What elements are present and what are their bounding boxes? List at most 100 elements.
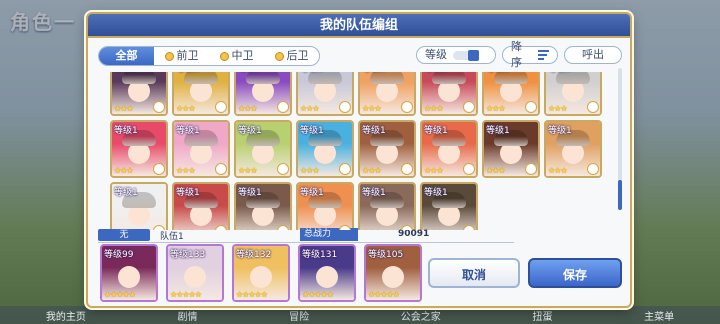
character-card[interactable]: 等级1 ★★★ [482, 72, 540, 116]
dialog-title: 我的队伍编组 [88, 14, 630, 38]
roster-scrollbar[interactable] [618, 68, 622, 210]
tab-all[interactable]: 全部 [99, 47, 154, 65]
character-card[interactable]: 等级1 ★★★ [358, 72, 416, 116]
nav-item-menu: 主菜单 [644, 311, 675, 323]
character-card[interactable]: 等级1 ★★★ [172, 182, 230, 230]
team-member-card[interactable]: 等级133 ★★★★★ [166, 244, 224, 302]
character-level: 等级1 [238, 126, 262, 136]
character-card[interactable]: 等级1 ★★★ [296, 120, 354, 178]
sort-order-button[interactable]: 降序 [502, 40, 558, 69]
character-card[interactable]: 等级1 ★★★ [110, 182, 168, 230]
team-member-card[interactable]: 等级105 ★★★★★ [364, 244, 422, 302]
team-info-bar: 无 队伍1 总战力 90091 [98, 228, 514, 242]
tab-middle[interactable]: 中卫 [209, 47, 264, 65]
nav-item-adventure: 冒险 [289, 311, 310, 323]
position-filter-tabs: 全部 前卫 中卫 后卫 [98, 46, 320, 66]
character-level: 等级1 [238, 188, 262, 198]
sort-label: 降序 [511, 40, 522, 69]
level-label: 等级 [425, 48, 447, 61]
background-bottom-nav: 我的主页 剧情 冒险 公会之家 扭蛋 主菜单 [0, 306, 720, 324]
team-member-card[interactable]: 等级132 ★★★★★ [232, 244, 290, 302]
character-level: 等级1 [114, 126, 138, 136]
front-position-icon [164, 51, 174, 61]
rank-icon [525, 163, 537, 175]
tab-all-label: 全部 [115, 49, 138, 62]
character-level: 等级1 [114, 72, 138, 74]
rank-icon [587, 163, 599, 175]
star-rating: ★★★ [362, 228, 381, 230]
character-card[interactable]: 等级1 ★★★ [296, 72, 354, 116]
tab-back[interactable]: 后卫 [264, 47, 319, 65]
character-level: 等级1 [300, 188, 324, 198]
nav-item-home: 我的主页 [45, 311, 86, 323]
nav-item-gacha: 扭蛋 [532, 311, 553, 323]
middle-position-icon [219, 51, 229, 61]
star-rating: ★★★ [238, 228, 257, 230]
total-power-value: 90091 [398, 229, 430, 239]
character-level: 等级99 [104, 250, 134, 260]
nav-item-guild: 公会之家 [400, 311, 441, 323]
star-rating: ★★★★★ [368, 290, 400, 299]
team-member-card[interactable]: 等级131 ★★★★★ [298, 244, 356, 302]
call-button[interactable]: 呼出 [564, 46, 622, 64]
back-position-icon [274, 51, 284, 61]
character-level: 等级1 [238, 72, 262, 74]
character-card[interactable]: 等级1 ★★★ [420, 182, 478, 230]
character-card[interactable]: 等级1 ★★★ [420, 72, 478, 116]
rank-icon [277, 163, 289, 175]
character-card[interactable]: 等级1 ★★★ [234, 120, 292, 178]
character-level: 等级1 [362, 188, 386, 198]
rank-icon [277, 101, 289, 113]
tab-front-label: 前卫 [176, 49, 199, 62]
toggle-icon [453, 49, 479, 61]
tab-front[interactable]: 前卫 [154, 47, 209, 65]
rank-icon [463, 101, 475, 113]
character-card[interactable]: 等级1 ★★★ [172, 72, 230, 116]
character-card[interactable]: 等级1 ★★★ [234, 182, 292, 230]
rank-icon [463, 163, 475, 175]
save-button[interactable]: 保存 [528, 258, 622, 288]
character-card[interactable]: 等级1 ★★★ [544, 120, 602, 178]
team-divider [98, 242, 514, 243]
rank-icon [153, 225, 165, 230]
character-card[interactable]: 等级1 ★★★ [234, 72, 292, 116]
call-label: 呼出 [582, 48, 604, 61]
rank-icon [587, 101, 599, 113]
character-card[interactable]: 等级1 ★★★ [420, 120, 478, 178]
team-member-card[interactable]: 等级99 ★★★★★ [100, 244, 158, 302]
star-rating: ★★★ [176, 228, 195, 230]
rank-icon [401, 101, 413, 113]
rank-icon [525, 101, 537, 113]
character-card[interactable]: 等级1 ★★★ [110, 120, 168, 178]
character-card[interactable]: 等级1 ★★★ [110, 72, 168, 116]
character-level: 等级1 [486, 72, 510, 74]
rank-icon [277, 225, 289, 230]
rank-icon [401, 225, 413, 230]
scrollbar-thumb[interactable] [618, 180, 622, 210]
star-rating: ★★★ [362, 104, 381, 113]
character-level: 等级1 [300, 126, 324, 136]
rank-icon [401, 163, 413, 175]
character-level: 等级1 [300, 72, 324, 74]
team-name: 队伍1 [160, 232, 184, 242]
character-level: 等级1 [486, 126, 510, 136]
cancel-button[interactable]: 取消 [428, 258, 520, 288]
star-rating: ★★★ [300, 104, 319, 113]
character-card[interactable]: 等级1 ★★★ [482, 120, 540, 178]
character-level: 等级1 [424, 126, 448, 136]
character-card[interactable]: 等级1 ★★★ [544, 72, 602, 116]
star-rating: ★★★ [238, 104, 257, 113]
character-level: 等级105 [368, 250, 404, 260]
character-level: 等级1 [548, 126, 572, 136]
character-card[interactable]: 等级1 ★★★ [296, 182, 354, 230]
character-level: 等级133 [170, 250, 206, 260]
team-edit-dialog: 我的队伍编组 全部 前卫 中卫 后卫 等级 降序 呼出 等级1 ★★★ 等级1 ★★★… [86, 12, 632, 308]
level-sort-toggle[interactable]: 等级 [416, 46, 496, 64]
character-card[interactable]: 等级1 ★★★ [358, 182, 416, 230]
character-level: 等级1 [424, 188, 448, 198]
character-card[interactable]: 等级1 ★★★ [358, 120, 416, 178]
character-grid: 等级1 ★★★ 等级1 ★★★ 等级1 ★★★ 等级1 ★★★ 等级1 ★★★ 等级1 ★★★ 等级1 ★… [110, 72, 614, 230]
star-rating: ★★★★★ [302, 290, 334, 299]
character-level: 等级1 [114, 188, 138, 198]
character-card[interactable]: 等级1 ★★★ [172, 120, 230, 178]
